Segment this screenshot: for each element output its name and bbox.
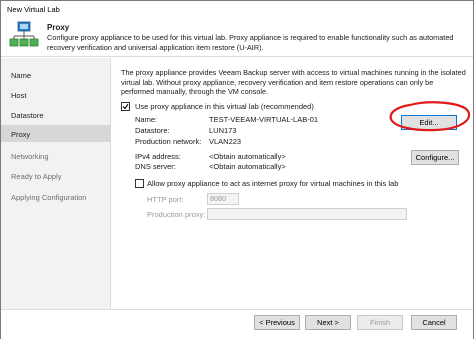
sidebar-item-datastore[interactable]: Datastore <box>11 111 44 120</box>
wizard-footer: < Previous Next > Finish Cancel <box>1 309 473 339</box>
finish-button[interactable]: Finish <box>357 315 403 330</box>
datastore-label: Datastore: <box>135 126 170 135</box>
window-title: New Virtual Lab <box>7 5 60 14</box>
datastore-value: LUN173 <box>209 126 237 135</box>
wizard-header: Proxy Configure proxy appliance to be us… <box>1 19 473 57</box>
production-network-label: Production network: <box>135 137 202 146</box>
edit-button[interactable]: Edit... <box>401 115 457 130</box>
sidebar-item-host[interactable]: Host <box>11 91 26 100</box>
configure-button[interactable]: Configure... <box>411 150 459 165</box>
name-value: TEST-VEEAM-VIRTUAL-LAB-01 <box>209 115 319 124</box>
http-port-input[interactable]: 8080 <box>207 193 239 205</box>
previous-button[interactable]: < Previous <box>254 315 300 330</box>
virtual-lab-icon <box>9 21 39 51</box>
dns-label: DNS server: <box>135 162 176 171</box>
wizard-steps-sidebar: Name Host Datastore Proxy Networking Rea… <box>1 58 111 309</box>
use-proxy-label: Use proxy appliance in this virtual lab … <box>135 102 314 111</box>
dns-value: <Obtain automatically> <box>209 162 286 171</box>
internet-proxy-checkbox[interactable] <box>135 179 144 188</box>
proxy-settings-panel: The proxy appliance provides Veeam Backu… <box>111 58 473 309</box>
proxy-description: The proxy appliance provides Veeam Backu… <box>121 68 466 96</box>
sidebar-item-ready-to-apply[interactable]: Ready to Apply <box>11 172 61 181</box>
sidebar-item-applying-configuration[interactable]: Applying Configuration <box>11 193 86 202</box>
page-title: Proxy <box>47 23 70 32</box>
sidebar-item-proxy[interactable]: Proxy <box>11 130 30 139</box>
use-proxy-checkbox[interactable] <box>121 102 130 111</box>
name-label: Name: <box>135 115 158 124</box>
http-port-label: HTTP port: <box>147 195 184 204</box>
ipv4-value: <Obtain automatically> <box>209 152 286 161</box>
internet-proxy-label: Allow proxy appliance to act as internet… <box>147 179 399 188</box>
sidebar-item-networking[interactable]: Networking <box>11 152 49 161</box>
next-button[interactable]: Next > <box>305 315 351 330</box>
title-bar: New Virtual Lab <box>1 1 473 19</box>
page-description: Configure proxy appliance to be used for… <box>47 33 454 52</box>
production-proxy-input[interactable] <box>207 208 407 220</box>
cancel-button[interactable]: Cancel <box>411 315 457 330</box>
sidebar-item-name[interactable]: Name <box>11 71 31 80</box>
production-network-value: VLAN223 <box>209 137 242 146</box>
new-virtual-lab-window: New Virtual Lab Proxy Configure proxy ap… <box>0 0 474 339</box>
production-proxy-label: Production proxy: <box>147 210 206 219</box>
ipv4-label: IPv4 address: <box>135 152 181 161</box>
